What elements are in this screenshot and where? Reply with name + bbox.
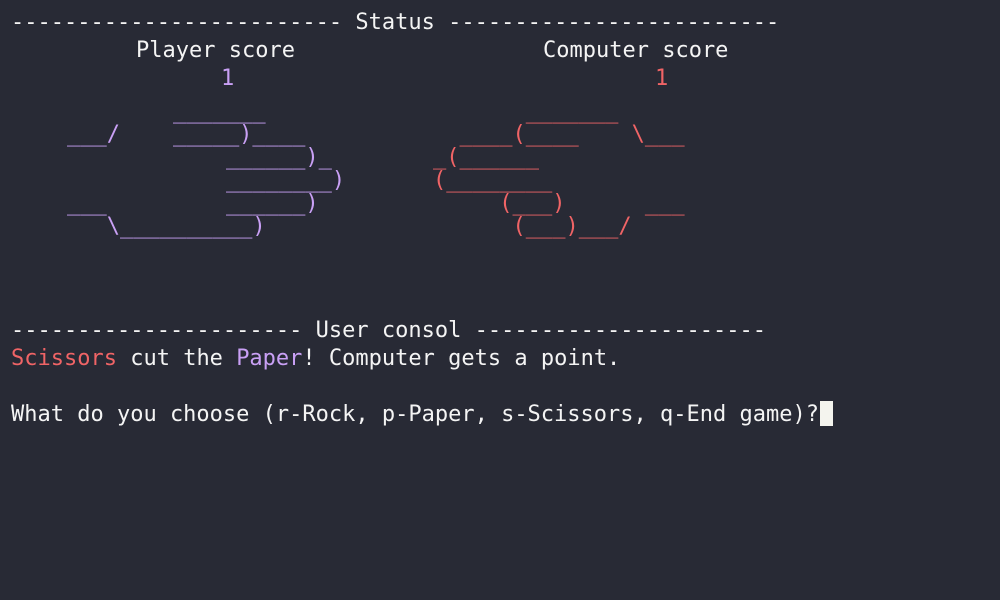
status-rule-left: -------------------------	[11, 10, 343, 35]
player-score-value: 1	[221, 66, 235, 91]
result-tail-text: ! Computer gets a point.	[302, 346, 621, 371]
console-header: ---------------------- User consol -----…	[11, 317, 766, 345]
round-result-message: Scissors cut the Paper! Computer gets a …	[11, 345, 620, 373]
terminal-cursor[interactable]	[819, 401, 833, 426]
prompt-text: What do you choose (r-Rock, p-Paper, s-S…	[11, 402, 819, 427]
status-header: ------------------------- Status -------…	[11, 9, 779, 37]
console-title: User consol	[315, 318, 462, 343]
player-hand-ascii: _______ ___/ _____)____ ______)_ _______…	[67, 99, 346, 239]
computer-score-value: 1	[655, 66, 669, 91]
result-loser-word: Paper	[236, 346, 303, 371]
console-rule-right: ----------------------	[474, 318, 767, 343]
console-rule-left: ----------------------	[11, 318, 303, 343]
input-prompt-line[interactable]: What do you choose (r-Rock, p-Paper, s-S…	[11, 401, 833, 429]
player-score-label: Player score	[136, 38, 295, 63]
computer-score-label: Computer score	[543, 38, 729, 63]
result-middle-text: cut the	[116, 346, 237, 371]
result-winner-word: Scissors	[11, 346, 117, 371]
status-rule-right: -------------------------	[448, 10, 780, 35]
status-title: Status	[355, 10, 435, 35]
computer-hand-ascii: _______ ____(____ \___ _(______ (_______…	[433, 99, 685, 239]
